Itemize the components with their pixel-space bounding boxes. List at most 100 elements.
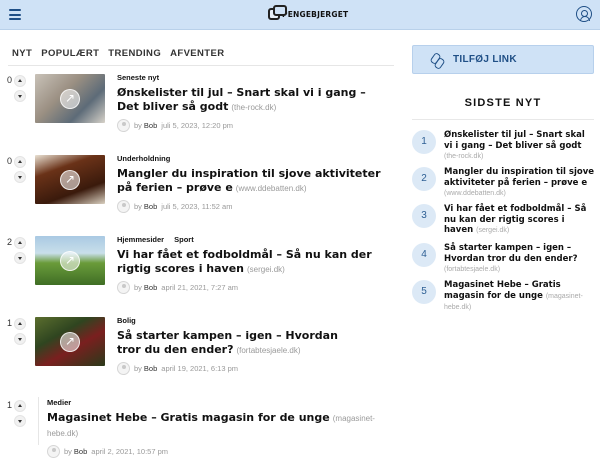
- upvote-icon[interactable]: [14, 75, 26, 87]
- item-thumbnail[interactable]: [35, 236, 105, 285]
- item-title[interactable]: Så starter kampen – igen – Hvordan tror …: [117, 329, 357, 358]
- item-divider: [38, 397, 39, 445]
- sidebar-divider: [412, 119, 594, 120]
- item-domain: (www.ddebatten.dk): [444, 190, 506, 197]
- logo-text: PENGEBJERGET: [282, 9, 349, 19]
- menu-icon[interactable]: [9, 9, 21, 20]
- item-title[interactable]: Mangler du inspiration til sjove aktivit…: [117, 167, 387, 196]
- rank-badge: 5: [412, 280, 436, 304]
- logo-icon: [268, 5, 287, 20]
- item-date: juli 5, 2023, 12:20 pm: [161, 121, 233, 130]
- author-link[interactable]: Bob: [74, 447, 87, 456]
- tabs-divider: [8, 65, 394, 66]
- link-icon: [431, 53, 443, 67]
- sidebar-news-link[interactable]: Magasinet Hebe – Gratis magasin for de u…: [444, 280, 594, 314]
- category-tag[interactable]: Sport: [174, 235, 194, 244]
- external-link-icon: [60, 251, 80, 271]
- item-date: april 21, 2021, 7:27 am: [161, 283, 238, 292]
- author-link[interactable]: Bob: [144, 121, 157, 130]
- by-label: by: [134, 121, 142, 130]
- item-domain: (www.ddebatten.dk): [235, 184, 307, 193]
- avatar: [117, 200, 130, 213]
- feed-tabs: NYT POPULÆRT TRENDING AFVENTER: [12, 48, 225, 59]
- item-domain: (the-rock.dk): [231, 103, 277, 112]
- downvote-icon[interactable]: [14, 333, 26, 345]
- top-bar: PENGEBJERGET: [0, 0, 600, 30]
- add-link-label: TILFØJ LINK: [453, 54, 517, 65]
- item-body: Seneste nyt Ønskelister til jul – Snart …: [117, 73, 387, 132]
- by-label: by: [134, 283, 142, 292]
- item-title[interactable]: Magasinet Hebe – Gratis magasin for de u…: [47, 411, 387, 441]
- tab-populaert[interactable]: POPULÆRT: [41, 48, 99, 59]
- avatar: [117, 362, 130, 375]
- vote-count: 1: [7, 318, 13, 328]
- vote-count: 2: [7, 237, 13, 247]
- avatar: [117, 281, 130, 294]
- category-tag[interactable]: Hjemmesider: [117, 235, 164, 244]
- category-tag[interactable]: Seneste nyt: [117, 73, 159, 82]
- rank-badge: 4: [412, 243, 436, 267]
- item-meta: by Bob april 21, 2021, 7:27 am: [117, 281, 387, 294]
- item-domain: (fortabtesjaele.dk): [236, 346, 301, 355]
- upvote-icon[interactable]: [14, 400, 26, 412]
- upvote-icon[interactable]: [14, 318, 26, 330]
- item-date: juli 5, 2023, 11:52 am: [161, 202, 233, 211]
- rank-badge: 2: [412, 167, 436, 191]
- external-link-icon: [60, 332, 80, 352]
- by-label: by: [64, 447, 72, 456]
- sidebar-news-link[interactable]: Vi har fået et fodboldmål – Så nu kan de…: [444, 204, 594, 237]
- sidebar-heading: SIDSTE NYT: [464, 97, 542, 109]
- category-tag[interactable]: Bolig: [117, 316, 136, 325]
- tab-trending[interactable]: TRENDING: [108, 48, 161, 59]
- item-thumbnail[interactable]: [35, 74, 105, 123]
- sidebar-news-link[interactable]: Ønskelister til jul – Snart skal vi i ga…: [444, 130, 594, 163]
- item-body: Medier Magasinet Hebe – Gratis magasin f…: [47, 398, 387, 458]
- item-domain: (sergei.dk): [476, 227, 510, 234]
- item-meta: by Bob april 2, 2021, 10:57 pm: [47, 445, 387, 458]
- item-thumbnail[interactable]: [35, 317, 105, 366]
- item-body: Hjemmesider Sport Vi har fået et fodbold…: [117, 235, 387, 294]
- item-title[interactable]: Vi har fået et fodboldmål – Så nu kan de…: [117, 248, 387, 277]
- vote-count: 0: [7, 156, 13, 166]
- sidebar-news-link[interactable]: Så starter kampen – igen – Hvordan tror …: [444, 243, 594, 276]
- author-link[interactable]: Bob: [144, 283, 157, 292]
- item-meta: by Bob juli 5, 2023, 12:20 pm: [117, 119, 387, 132]
- rank-badge: 3: [412, 204, 436, 228]
- item-body: Bolig Så starter kampen – igen – Hvordan…: [117, 316, 357, 375]
- item-body: Underholdning Mangler du inspiration til…: [117, 154, 387, 213]
- author-link[interactable]: Bob: [144, 202, 157, 211]
- tab-afventer[interactable]: AFVENTER: [170, 48, 224, 59]
- site-logo[interactable]: PENGEBJERGET: [268, 5, 348, 23]
- by-label: by: [134, 364, 142, 373]
- upvote-icon[interactable]: [14, 156, 26, 168]
- author-link[interactable]: Bob: [144, 364, 157, 373]
- tab-nyt[interactable]: NYT: [12, 48, 32, 59]
- external-link-icon: [60, 89, 80, 109]
- avatar: [117, 119, 130, 132]
- upvote-icon[interactable]: [14, 237, 26, 249]
- vote-count: 0: [7, 75, 13, 85]
- item-title[interactable]: Ønskelister til jul – Snart skal vi i ga…: [117, 86, 387, 115]
- item-meta: by Bob april 19, 2021, 6:13 pm: [117, 362, 357, 375]
- by-label: by: [134, 202, 142, 211]
- downvote-icon[interactable]: [14, 90, 26, 102]
- user-icon[interactable]: [576, 6, 592, 22]
- vote-count: 1: [7, 400, 13, 410]
- item-domain: (sergei.dk): [247, 265, 285, 274]
- rank-badge: 1: [412, 130, 436, 154]
- external-link-icon: [60, 170, 80, 190]
- add-link-button[interactable]: TILFØJ LINK: [412, 45, 594, 74]
- item-meta: by Bob juli 5, 2023, 11:52 am: [117, 200, 387, 213]
- sidebar-news-link[interactable]: Mangler du inspiration til sjove aktivit…: [444, 167, 594, 200]
- category-tag[interactable]: Underholdning: [117, 154, 170, 163]
- item-domain: (the-rock.dk): [444, 153, 484, 160]
- item-date: april 19, 2021, 6:13 pm: [161, 364, 238, 373]
- downvote-icon[interactable]: [14, 252, 26, 264]
- category-tag[interactable]: Medier: [47, 398, 71, 407]
- downvote-icon[interactable]: [14, 415, 26, 427]
- item-domain: (fortabtesjaele.dk): [444, 266, 501, 273]
- avatar: [47, 445, 60, 458]
- item-date: april 2, 2021, 10:57 pm: [91, 447, 168, 456]
- downvote-icon[interactable]: [14, 171, 26, 183]
- item-thumbnail[interactable]: [35, 155, 105, 204]
